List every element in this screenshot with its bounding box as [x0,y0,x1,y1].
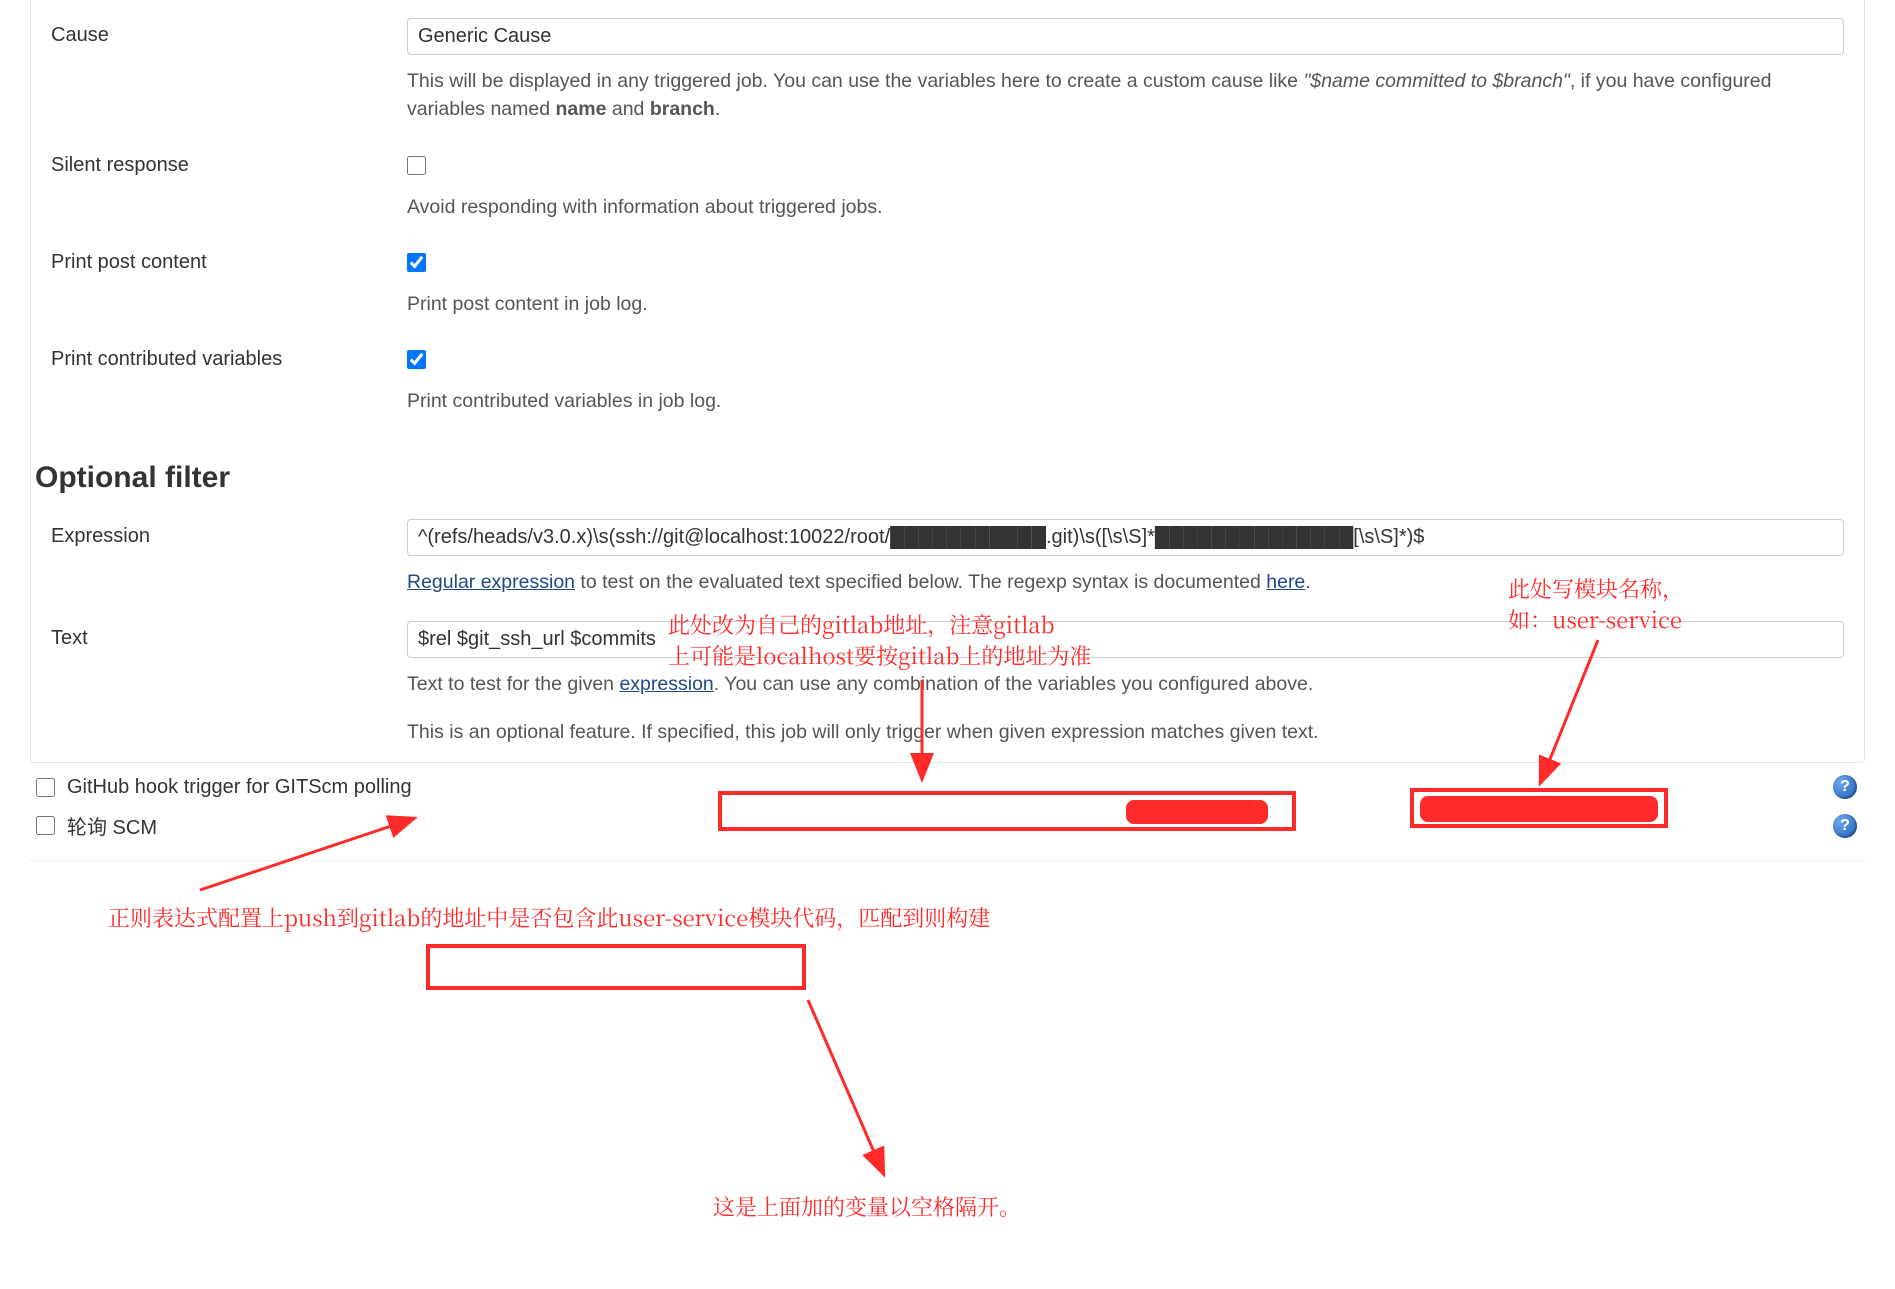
print-vars-help: Print contributed variables in job log. [407,387,1844,415]
print-post-help: Print post content in job log. [407,290,1844,318]
optional-filter-heading: Optional filter [31,431,1864,511]
divider [30,860,1865,861]
expression-label: Expression [51,519,407,548]
print-post-label: Print post content [51,245,407,274]
expression-help: Regular expression to test on the evalua… [407,568,1844,596]
optional-filter-note: This is an optional feature. If specifie… [407,718,1844,746]
anno-regex-note: 正则表达式配置上push到gitlab的地址中是否包含此user-service… [108,903,990,934]
help-icon[interactable]: ? [1833,814,1857,838]
regex-link[interactable]: Regular expression [407,571,575,593]
silent-response-label: Silent response [51,148,407,177]
github-hook-label: GitHub hook trigger for GITScm polling [67,776,412,799]
here-link[interactable]: here [1266,571,1305,593]
print-post-checkbox[interactable] [407,253,426,272]
cause-label: Cause [51,18,407,47]
cause-input[interactable] [407,18,1844,55]
poll-scm-label: 轮询 SCM [67,811,157,840]
help-icon[interactable]: ? [1833,775,1857,799]
expression-link[interactable]: expression [619,673,713,695]
poll-scm-checkbox[interactable] [36,816,55,835]
cause-help: This will be displayed in any triggered … [407,67,1844,124]
print-vars-checkbox[interactable] [407,350,426,369]
print-vars-label: Print contributed variables [51,342,407,371]
config-panel: Cause This will be displayed in any trig… [30,0,1865,763]
anno-vars-note: 这是上面加的变量以空格隔开。 [713,1192,1021,1223]
text-input[interactable] [407,621,1844,658]
anno-redbox-textvars [426,944,806,990]
silent-response-help: Avoid responding with information about … [407,193,1844,221]
text-help: Text to test for the given expression. Y… [407,670,1844,698]
github-hook-checkbox[interactable] [36,778,55,797]
silent-response-checkbox[interactable] [407,156,426,175]
expression-input[interactable] [407,519,1844,556]
text-label: Text [51,621,407,650]
